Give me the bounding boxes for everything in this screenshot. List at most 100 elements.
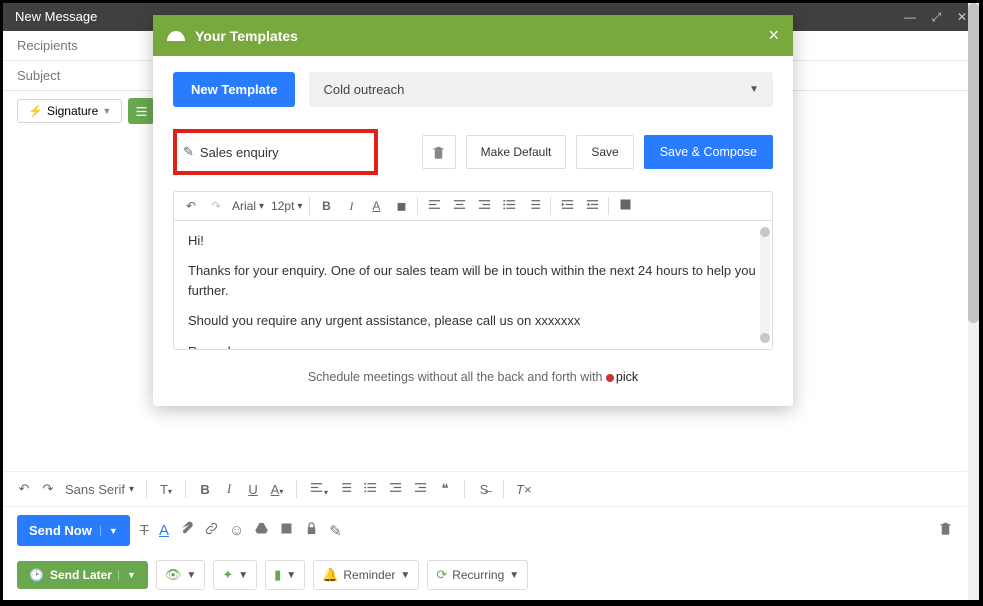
- quote-button[interactable]: ❝: [438, 481, 452, 497]
- note-icon: ▮: [274, 567, 281, 583]
- drive-icon[interactable]: [254, 521, 269, 540]
- editor-toolbar: ↶ ↷ Arial▾ 12pt▾ B I A ◼: [174, 192, 772, 221]
- align-left-button[interactable]: [425, 197, 443, 215]
- compose-bottom: ↶ ↷ Sans Serif ▾ T▾ B I U A▾ ▾ ❝ S̶ T× S…: [3, 471, 967, 600]
- lock-icon[interactable]: [304, 521, 319, 540]
- template-name-input[interactable]: [200, 145, 360, 160]
- attach-icon[interactable]: [179, 521, 194, 540]
- undo-icon[interactable]: ↶: [17, 481, 31, 497]
- format-toolbar: ↶ ↷ Sans Serif ▾ T▾ B I U A▾ ▾ ❝ S̶ T×: [3, 472, 967, 507]
- underline-button[interactable]: U: [246, 482, 260, 497]
- send-later-button[interactable]: 🕑 Send Later ▼: [17, 561, 148, 589]
- templates-modal: Your Templates × New Template Cold outre…: [153, 15, 793, 406]
- signature-dropdown[interactable]: ⚡ Signature ▼: [17, 99, 122, 123]
- editor-scrollbar[interactable]: [760, 227, 770, 343]
- redo-icon[interactable]: ↷: [41, 481, 55, 497]
- body-line: Regards,: [188, 342, 758, 349]
- emoji-icon[interactable]: ☺: [229, 522, 244, 539]
- editor-body[interactable]: Hi! Thanks for your enquiry. One of our …: [174, 221, 772, 349]
- send-toolbar: Send Now ▼ T A ☺ ✎: [3, 507, 967, 554]
- bell-icon: 🔔: [322, 567, 338, 583]
- save-button[interactable]: Save: [576, 135, 633, 169]
- close-icon[interactable]: ×: [768, 25, 779, 46]
- minimize-icon[interactable]: —: [904, 10, 916, 24]
- chevron-down-icon[interactable]: ▼: [100, 526, 118, 536]
- send-now-button[interactable]: Send Now ▼: [17, 515, 130, 546]
- puzzle-icon: ✦: [222, 567, 233, 583]
- rich-text-editor: ↶ ↷ Arial▾ 12pt▾ B I A ◼: [173, 191, 773, 350]
- compose-window: New Message — ⤢ ✕ Recipients Subject ⚡ S…: [2, 2, 980, 601]
- font-family-dropdown[interactable]: Arial▾: [232, 199, 264, 213]
- template-select[interactable]: Cold outreach ▼: [309, 72, 773, 107]
- bold-button[interactable]: B: [198, 482, 212, 497]
- reminder-dropdown[interactable]: 🔔Reminder▼: [313, 560, 419, 590]
- indent-more-button[interactable]: [413, 480, 428, 498]
- signature-label: Signature: [47, 104, 98, 118]
- extension-toolbar: 🕑 Send Later ▼ 👁▼ ✦▼ ▮▼ 🔔Reminder▼ ⟳Recu…: [3, 554, 967, 600]
- undo-icon[interactable]: ↶: [182, 199, 200, 213]
- align-button[interactable]: ▾: [309, 480, 328, 498]
- window-title: New Message: [15, 3, 97, 31]
- tracking-dropdown[interactable]: 👁▼: [156, 560, 205, 590]
- discard-draft-icon[interactable]: [938, 521, 953, 540]
- text-color-button[interactable]: A▾: [270, 482, 284, 497]
- page-scrollbar[interactable]: [968, 3, 979, 600]
- tracking-toggle-icon[interactable]: T: [140, 522, 149, 539]
- text-color-button[interactable]: A: [367, 199, 385, 213]
- dot-icon: [606, 374, 614, 382]
- save-compose-button[interactable]: Save & Compose: [644, 135, 773, 169]
- italic-button[interactable]: I: [342, 199, 360, 214]
- clear-formatting-button[interactable]: T×: [516, 482, 532, 497]
- close-window-icon[interactable]: ✕: [957, 10, 967, 24]
- window-controls: — ⤢ ✕: [892, 3, 967, 31]
- expand-icon[interactable]: ⤢: [932, 10, 942, 24]
- strikethrough-button[interactable]: S̶: [477, 482, 491, 497]
- eye-icon: 👁: [165, 567, 182, 583]
- modal-header: Your Templates ×: [153, 15, 793, 56]
- modal-title: Your Templates: [195, 28, 298, 44]
- clock-icon: 🕑: [29, 568, 44, 582]
- chevron-down-icon: ▼: [749, 84, 759, 95]
- align-center-button[interactable]: [450, 197, 468, 215]
- bullet-list-button[interactable]: [363, 480, 378, 498]
- numbered-list-button[interactable]: [338, 480, 353, 498]
- new-template-button[interactable]: New Template: [173, 72, 295, 107]
- body-line: Hi!: [188, 231, 758, 251]
- bold-button[interactable]: B: [317, 199, 335, 213]
- bullet-list-button[interactable]: [500, 197, 518, 215]
- recurring-dropdown[interactable]: ⟳Recurring▼: [427, 560, 528, 590]
- make-default-button[interactable]: Make Default: [466, 135, 567, 169]
- delete-template-button[interactable]: [422, 135, 456, 169]
- template-name-highlighted: ✎: [173, 129, 378, 175]
- outdent-button[interactable]: [558, 197, 576, 215]
- italic-button[interactable]: I: [222, 481, 236, 497]
- indent-button[interactable]: [583, 197, 601, 215]
- trash-icon: [431, 145, 446, 160]
- pencil-icon[interactable]: ✎: [183, 144, 194, 160]
- chevron-down-icon[interactable]: ▼: [118, 570, 136, 580]
- align-right-button[interactable]: [475, 197, 493, 215]
- indent-less-button[interactable]: [388, 480, 403, 498]
- chevron-down-icon: ▼: [102, 106, 111, 116]
- font-icon[interactable]: A: [159, 522, 169, 539]
- templates-button[interactable]: [128, 98, 154, 124]
- photo-icon[interactable]: [279, 521, 294, 540]
- font-family-dropdown[interactable]: Sans Serif ▾: [65, 482, 134, 497]
- body-line: Should you require any urgent assistance…: [188, 311, 758, 331]
- pen-icon[interactable]: ✎: [329, 522, 342, 540]
- highlight-button[interactable]: ◼: [392, 199, 410, 213]
- font-size-dropdown[interactable]: T▾: [159, 482, 173, 497]
- font-size-dropdown[interactable]: 12pt▾: [271, 199, 302, 213]
- redo-icon[interactable]: ↷: [207, 199, 225, 213]
- list-icon: [134, 104, 149, 119]
- extension-dropdown[interactable]: ✦▼: [213, 560, 257, 590]
- bolt-icon: ⚡: [28, 104, 43, 118]
- promo-footer: Schedule meetings without all the back a…: [173, 362, 773, 400]
- insert-image-button[interactable]: [616, 197, 634, 215]
- body-line: Thanks for your enquiry. One of our sale…: [188, 261, 758, 301]
- link-icon[interactable]: [204, 521, 219, 540]
- notes-dropdown[interactable]: ▮▼: [265, 560, 305, 590]
- refresh-icon: ⟳: [436, 567, 447, 583]
- numbered-list-button[interactable]: [525, 197, 543, 215]
- hat-icon: [167, 31, 185, 41]
